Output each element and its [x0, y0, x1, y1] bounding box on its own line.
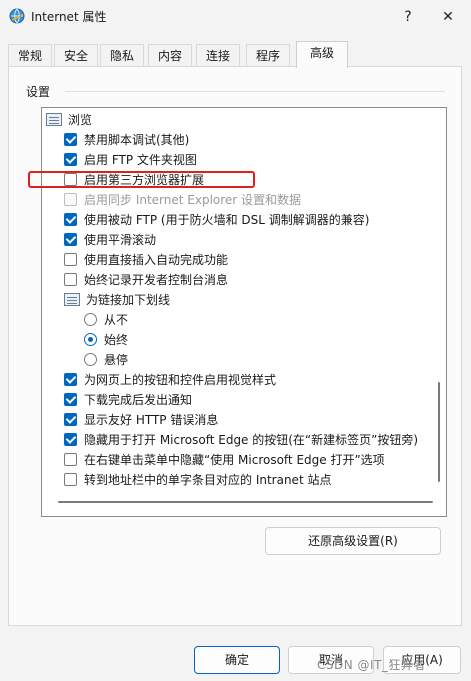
- checkbox[interactable]: [64, 133, 77, 146]
- category-label: 为链接加下划线: [86, 293, 171, 307]
- setting-label: 下载完成后发出通知: [84, 393, 193, 407]
- checkbox[interactable]: [64, 153, 77, 166]
- window-title: Internet 属性: [31, 10, 107, 24]
- radio-button[interactable]: [84, 353, 97, 366]
- setting-label: 禁用脚本调试(其他): [84, 133, 190, 147]
- close-button[interactable]: ✕: [425, 0, 471, 34]
- tab-general[interactable]: 常规: [8, 44, 52, 67]
- tab-privacy[interactable]: 隐私: [100, 44, 144, 67]
- checkbox[interactable]: [64, 373, 77, 386]
- vertical-scroll-thumb[interactable]: [438, 382, 440, 482]
- tab-programs[interactable]: 程序: [246, 44, 290, 67]
- title-bar: Internet 属性 ? ✕: [0, 0, 471, 34]
- settings-folder-icon: [46, 113, 62, 126]
- checkbox[interactable]: [64, 433, 77, 446]
- radio-label: 始终: [104, 333, 129, 347]
- horizontal-scrollbar[interactable]: [58, 501, 433, 503]
- setting-label: 启用 FTP 文件夹视图: [84, 153, 197, 167]
- checkbox[interactable]: [64, 233, 77, 246]
- setting-label: 显示友好 HTTP 错误消息: [84, 413, 219, 427]
- vertical-scrollbar[interactable]: [435, 110, 445, 514]
- checkbox[interactable]: [64, 253, 77, 266]
- checkbox[interactable]: [64, 453, 77, 466]
- tab-connections[interactable]: 连接: [196, 44, 240, 67]
- settings-tree[interactable]: 浏览 禁用脚本调试(其他) 启用 FTP 文件夹视图 启用第三方浏览器扩展 启用…: [41, 107, 447, 517]
- red-annotation-box: [28, 171, 255, 188]
- tab-security[interactable]: 安全: [54, 44, 98, 67]
- setting-label: 隐藏用于打开 Microsoft Edge 的按钮(在“新建标签页”按钮旁): [84, 433, 419, 447]
- checkbox[interactable]: [64, 413, 77, 426]
- setting-label: 使用被动 FTP (用于防火墙和 DSL 调制解调器的兼容): [84, 213, 370, 227]
- internet-globe-icon: [9, 8, 25, 24]
- settings-folder-icon: [64, 293, 80, 306]
- setting-label: 为网页上的按钮和控件启用视觉样式: [84, 373, 277, 387]
- category-label: 浏览: [68, 113, 93, 127]
- checkbox[interactable]: [64, 473, 77, 486]
- setting-label: 在右键单击菜单中隐藏“使用 Microsoft Edge 打开”选项: [84, 453, 385, 467]
- watermark: CSDN @IT_狂奔者: [317, 658, 426, 672]
- tab-content[interactable]: 内容: [148, 44, 192, 67]
- setting-label: 转到地址栏中的单字条目对应的 Intranet 站点: [84, 473, 332, 487]
- group-divider: [65, 91, 445, 92]
- radio-button[interactable]: [84, 333, 97, 346]
- restore-advanced-settings-button[interactable]: 还原高级设置(R): [265, 527, 441, 555]
- checkbox[interactable]: [64, 273, 77, 286]
- setting-label: 使用直接插入自动完成功能: [84, 253, 229, 267]
- checkbox: [64, 193, 77, 206]
- tab-advanced[interactable]: 高级: [296, 41, 348, 68]
- setting-label: 使用平滑滚动: [84, 233, 157, 247]
- setting-label: 启用同步 Internet Explorer 设置和数据: [84, 193, 302, 207]
- radio-label: 从不: [104, 313, 129, 327]
- setting-label: 始终记录开发者控制台消息: [84, 273, 229, 287]
- settings-group-label: 设置: [26, 85, 51, 99]
- ok-button[interactable]: 确定: [194, 646, 280, 674]
- radio-button[interactable]: [84, 313, 97, 326]
- checkbox[interactable]: [64, 393, 77, 406]
- checkbox[interactable]: [64, 213, 77, 226]
- radio-label: 悬停: [104, 353, 129, 367]
